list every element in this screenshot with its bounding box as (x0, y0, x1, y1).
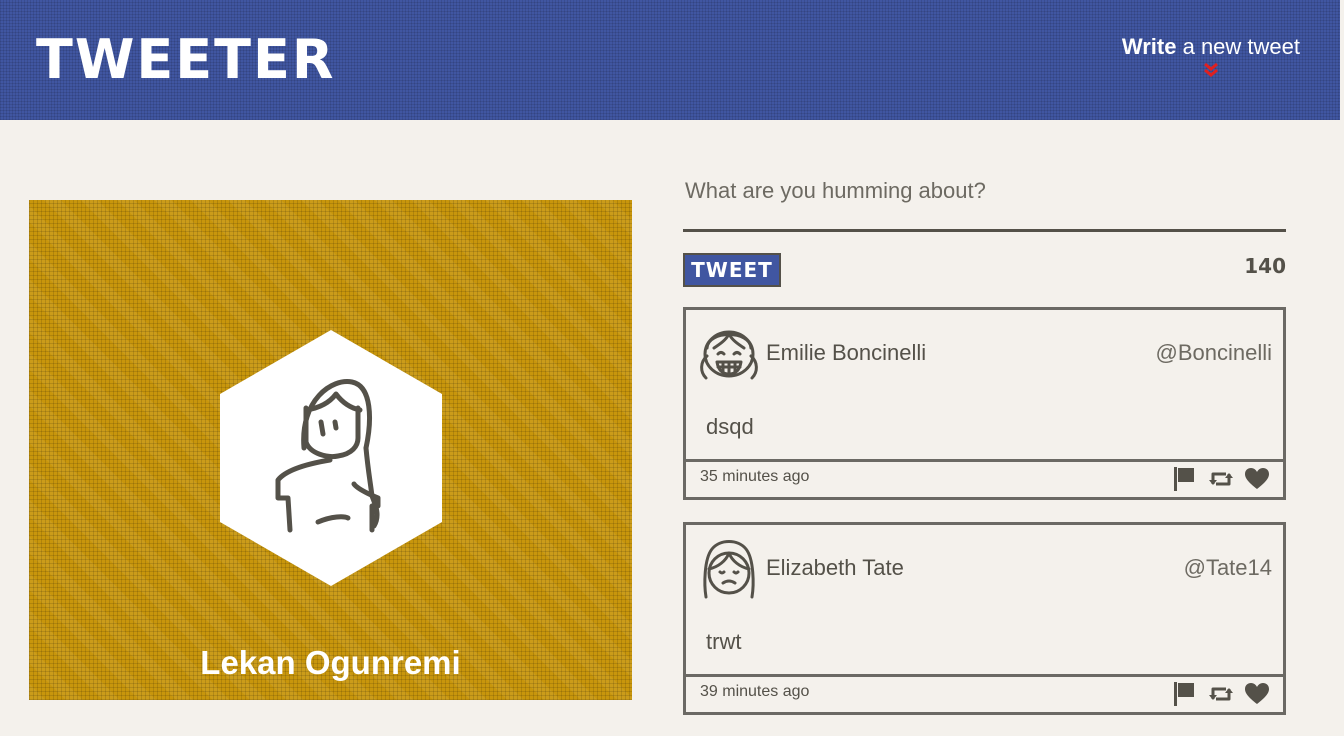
profile-card: Lekan Ogunremi (29, 200, 632, 700)
tweet-content: trwt (706, 629, 742, 654)
tweet-author-handle: @Tate14 (1183, 555, 1272, 580)
top-nav: TWEETER Write a new tweet (0, 0, 1340, 120)
grinning-girl-avatar-icon (700, 330, 758, 380)
tweet-timestamp: 35 minutes ago (700, 468, 810, 485)
retweet-icon[interactable] (1208, 681, 1234, 707)
profile-name: Lekan Ogunremi (200, 644, 461, 681)
frowning-girl-avatar-icon (703, 540, 755, 599)
tweet-footer: 39 minutes ago (686, 674, 1283, 712)
tweet-actions (1172, 681, 1270, 707)
tweet-author-name: Elizabeth Tate (766, 555, 904, 580)
tweet-author-name: Emilie Boncinelli (766, 340, 927, 365)
flag-icon[interactable] (1172, 466, 1198, 492)
tweet-card: Elizabeth Tate @Tate14 trwt 39 minutes a… (683, 522, 1286, 715)
brand-logo[interactable]: TWEETER (36, 30, 335, 90)
user-avatar-icon (220, 330, 442, 586)
heart-icon[interactable] (1244, 681, 1270, 707)
double-chevron-down-icon[interactable] (1201, 62, 1221, 78)
write-new-tweet-link[interactable]: Write a new tweet (1122, 34, 1300, 78)
tweet-content: dsqd (706, 414, 754, 439)
tweet-input[interactable] (683, 168, 1286, 232)
compose-label-bold: Write (1121, 34, 1177, 59)
tweet-author-handle: @Boncinelli (1155, 340, 1273, 365)
flag-icon[interactable] (1172, 681, 1198, 707)
tweet-timestamp: 39 minutes ago (700, 683, 810, 700)
tweet-button[interactable]: TWEET (683, 253, 781, 287)
new-tweet-form: TWEET 140 (683, 168, 1286, 287)
retweet-icon[interactable] (1208, 466, 1234, 492)
heart-icon[interactable] (1244, 466, 1270, 492)
tweet-actions (1172, 466, 1270, 492)
tweet-footer: 35 minutes ago (686, 459, 1283, 497)
character-counter: 140 (1244, 254, 1286, 278)
compose-label: a new tweet (1176, 34, 1300, 59)
tweet-card: Emilie Boncinelli @Boncinelli dsqd 35 mi… (683, 307, 1286, 500)
